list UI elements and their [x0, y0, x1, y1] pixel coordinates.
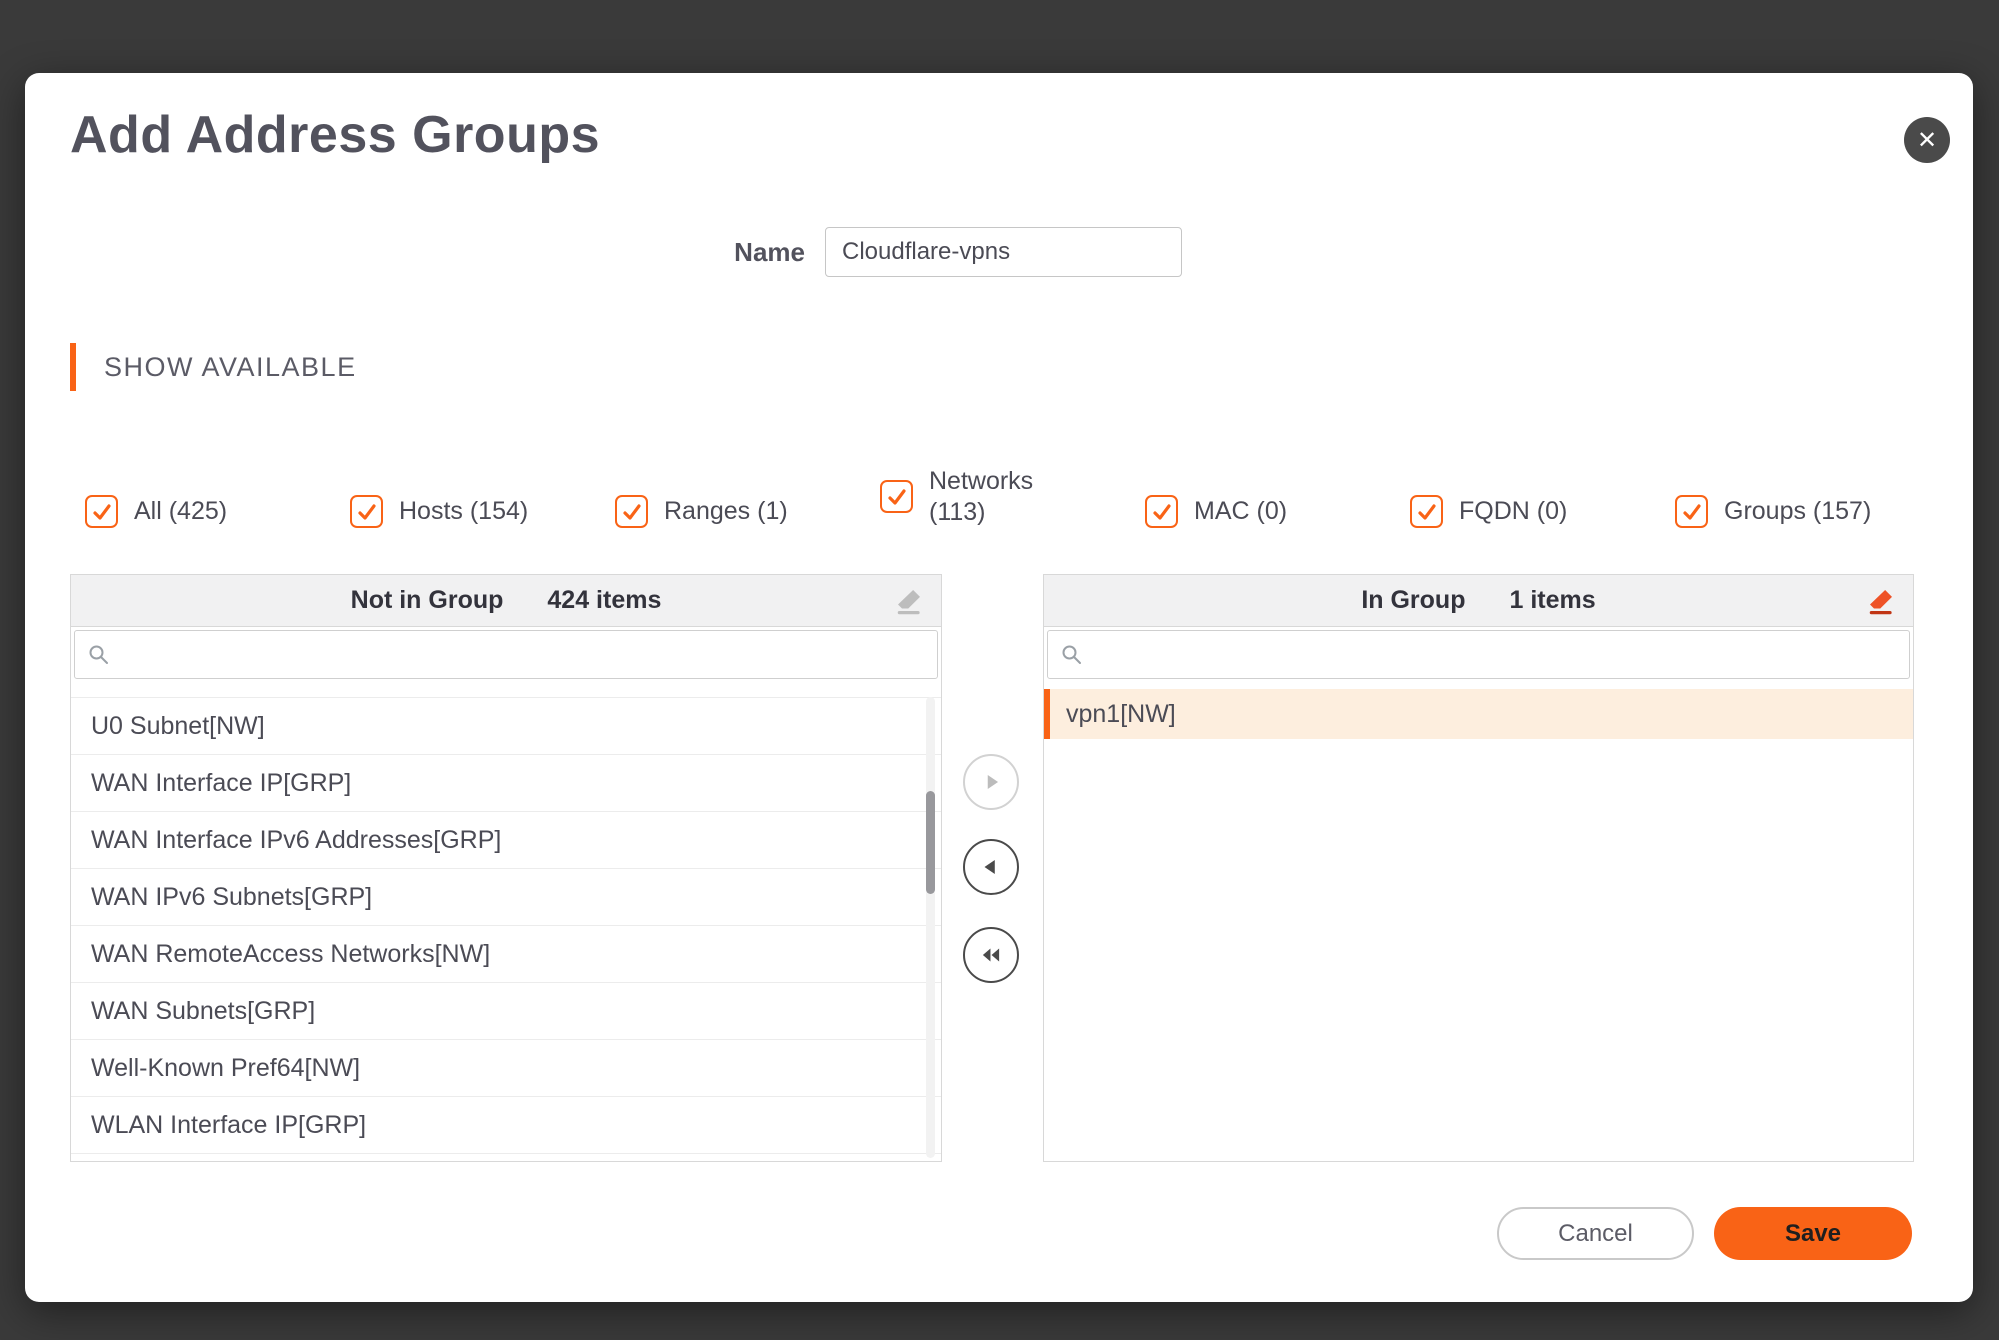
scrollbar-track[interactable] — [926, 697, 935, 1158]
scrollbar-thumb[interactable] — [926, 791, 935, 894]
in-group-search-input[interactable] — [1094, 641, 1897, 668]
list-item-label: WAN IPv6 Subnets[GRP] — [91, 882, 373, 911]
dialog-title: Add Address Groups — [70, 106, 601, 164]
filter-networks: Networks (113) — [880, 466, 1145, 529]
name-label: Name — [734, 236, 805, 267]
checkbox-ranges[interactable] — [615, 495, 648, 528]
list-item[interactable]: Well-Known Pref64[NW] — [71, 1040, 941, 1097]
not-in-group-search-input[interactable] — [121, 641, 925, 668]
show-available-section: SHOW AVAILABLE — [70, 343, 357, 391]
move-right-button[interactable] — [963, 754, 1019, 810]
list-item-label: vpn1[NW] — [1066, 699, 1176, 728]
checkbox-groups[interactable] — [1675, 495, 1708, 528]
list-item[interactable]: WAN Subnets[GRP] — [71, 983, 941, 1040]
list-item-label: WAN Interface IP[GRP] — [91, 768, 352, 797]
filter-label: Networks (113) — [929, 466, 1034, 526]
checkbox-all[interactable] — [85, 495, 118, 528]
name-input[interactable] — [825, 227, 1182, 277]
search-icon — [1062, 645, 1081, 664]
section-accent-bar — [70, 343, 76, 391]
checkbox-hosts[interactable] — [350, 495, 383, 528]
panel-count: 1 items — [1509, 586, 1596, 614]
checkbox-mac[interactable] — [1145, 495, 1178, 528]
in-group-header: In Group 1 items — [1044, 575, 1913, 627]
filter-label: Hosts (154) — [399, 496, 529, 525]
eraser-icon[interactable] — [893, 585, 925, 617]
filter-label: All (425) — [134, 496, 228, 525]
filter-label: Ranges (1) — [664, 496, 788, 525]
panel-count: 424 items — [547, 586, 662, 614]
search-icon — [89, 645, 108, 664]
list-item[interactable]: U0 Subnet[NW] — [71, 698, 941, 755]
filter-label: Groups (157) — [1724, 496, 1872, 525]
eraser-icon[interactable] — [1865, 585, 1897, 617]
triangle-left-icon — [984, 859, 995, 875]
close-icon[interactable]: ✕ — [1904, 117, 1950, 163]
checkbox-networks[interactable] — [880, 480, 913, 514]
move-left-button[interactable] — [963, 839, 1019, 895]
save-button[interactable]: Save — [1714, 1207, 1912, 1260]
panel-title: In Group — [1361, 586, 1466, 614]
in-group-panel: In Group 1 items vpn1[NW] — [1043, 574, 1914, 1162]
list-item-label: U0 Subnet[NW] — [91, 711, 265, 740]
list-item-label: WAN Interface IPv6 Addresses[GRP] — [91, 825, 502, 854]
list-item[interactable]: WAN Interface IPv6 Addresses[GRP] — [71, 812, 941, 869]
not-in-group-header: Not in Group 424 items — [71, 575, 941, 627]
panel-title: Not in Group — [350, 586, 504, 614]
section-header-label: SHOW AVAILABLE — [104, 351, 357, 382]
checkbox-fqdn[interactable] — [1410, 495, 1443, 528]
triangle-right-icon — [987, 774, 999, 790]
not-in-group-searchbar — [74, 630, 938, 679]
move-all-left-button[interactable] — [963, 927, 1019, 983]
list-item[interactable]: WAN IPv6 Subnets[GRP] — [71, 869, 941, 926]
list-item-partial — [71, 682, 941, 698]
in-group-searchbar — [1047, 630, 1910, 679]
double-triangle-left-icon — [982, 948, 1000, 962]
filter-groups: Groups (157) — [1675, 495, 1940, 528]
filter-all: All (425) — [85, 495, 350, 528]
type-filter-row: All (425) Hosts (154) Ranges (1) Network… — [85, 428, 1945, 528]
in-group-list: vpn1[NW] — [1044, 689, 1913, 739]
filter-label: MAC (0) — [1194, 496, 1288, 525]
list-item[interactable]: WAN Interface IP[GRP] — [71, 755, 941, 812]
list-item[interactable]: WAN RemoteAccess Networks[NW] — [71, 926, 941, 983]
add-address-groups-dialog: Add Address Groups ✕ Name SHOW AVAILABLE… — [25, 73, 1973, 1302]
filter-hosts: Hosts (154) — [350, 495, 615, 528]
not-in-group-list: U0 Subnet[NW] WAN Interface IP[GRP] WAN … — [71, 682, 941, 1154]
close-glyph: ✕ — [1916, 126, 1938, 154]
list-item-selected[interactable]: vpn1[NW] — [1044, 689, 1913, 739]
filter-fqdn: FQDN (0) — [1410, 495, 1675, 528]
filter-mac: MAC (0) — [1145, 495, 1410, 528]
list-item-label: WLAN Interface IP[GRP] — [91, 1110, 367, 1139]
cancel-button[interactable]: Cancel — [1497, 1207, 1694, 1260]
list-item-label: WAN RemoteAccess Networks[NW] — [91, 939, 491, 968]
filter-ranges: Ranges (1) — [615, 495, 880, 528]
name-field-row: Name — [585, 227, 1182, 277]
not-in-group-panel: Not in Group 424 items U0 Subnet[NW] WAN… — [70, 574, 942, 1162]
filter-label: FQDN (0) — [1459, 496, 1568, 525]
list-item-label: Well-Known Pref64[NW] — [91, 1053, 361, 1082]
list-item[interactable]: WLAN Interface IP[GRP] — [71, 1097, 941, 1154]
list-item-label: WAN Subnets[GRP] — [91, 996, 316, 1025]
